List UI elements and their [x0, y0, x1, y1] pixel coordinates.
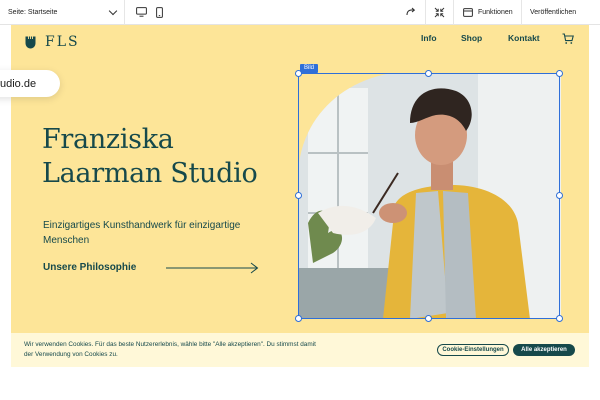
divider — [124, 0, 125, 25]
resize-handle-top-right[interactable] — [556, 70, 563, 77]
nav-info[interactable]: Info — [421, 33, 437, 43]
resize-handle-right[interactable] — [556, 192, 563, 199]
functions-label: Funktionen — [478, 9, 513, 16]
page-select-label: Seite: Startseite — [8, 9, 58, 16]
resize-handle-top-left[interactable] — [295, 70, 302, 77]
desktop-icon[interactable] — [135, 6, 147, 18]
page-select-dropdown[interactable]: Seite: Startseite — [8, 5, 120, 20]
publish-label: Veröffentlichen — [530, 9, 577, 16]
philosophy-link[interactable]: Unsere Philosophie — [43, 262, 136, 273]
functions-button[interactable]: Funktionen — [463, 6, 513, 19]
image-selection-frame — [298, 73, 560, 319]
chevron-down-icon — [108, 6, 118, 16]
cookie-banner: Wir verwenden Cookies. Für das beste Nut… — [11, 333, 589, 367]
cookie-settings-button[interactable]: Cookie-Einstellungen — [437, 344, 509, 356]
resize-handle-bottom[interactable] — [425, 315, 432, 322]
hero-title-line-1: Franziska — [42, 124, 174, 155]
nav-shop[interactable]: Shop — [461, 33, 482, 43]
resize-handle-bottom-left[interactable] — [295, 315, 302, 322]
selection-badge: Bild — [300, 64, 319, 73]
resize-handle-top[interactable] — [425, 70, 432, 77]
divider — [425, 0, 426, 25]
mobile-icon[interactable] — [153, 6, 165, 18]
cookie-text: Wir verwenden Cookies. Für das beste Nut… — [24, 341, 316, 358]
url-pill: udio.de — [0, 70, 60, 97]
cart-icon[interactable] — [562, 32, 574, 50]
nav-kontakt[interactable]: Kontakt — [508, 33, 540, 43]
hero-title: Franziska Laarman Studio — [42, 123, 258, 191]
site-logo[interactable]: FLS — [25, 34, 80, 50]
publish-button[interactable]: Veröffentlichen — [530, 6, 576, 19]
hero-subtitle: Einzigartiges Kunsthandwerk für einzigar… — [43, 220, 241, 246]
divider — [521, 0, 522, 25]
editor-toolbar: Seite: Startseite Funktionen Veröffentli… — [0, 0, 600, 25]
arrow-right-icon — [166, 261, 260, 279]
resize-handle-bottom-right[interactable] — [556, 315, 563, 322]
accept-all-button[interactable]: Alle akzeptieren — [513, 344, 575, 356]
functions-icon — [463, 8, 473, 17]
resize-handle-left[interactable] — [295, 192, 302, 199]
collapse-icon[interactable] — [433, 6, 445, 18]
divider — [453, 0, 454, 25]
website-canvas: FLS Info Shop Kontakt Franziska Laarman … — [11, 25, 589, 367]
redo-icon[interactable] — [404, 6, 416, 18]
logo-text: FLS — [45, 34, 80, 50]
hero-title-line-2: Laarman Studio — [42, 158, 258, 189]
logo-mark-icon — [25, 36, 36, 48]
url-fragment: udio.de — [0, 77, 37, 90]
